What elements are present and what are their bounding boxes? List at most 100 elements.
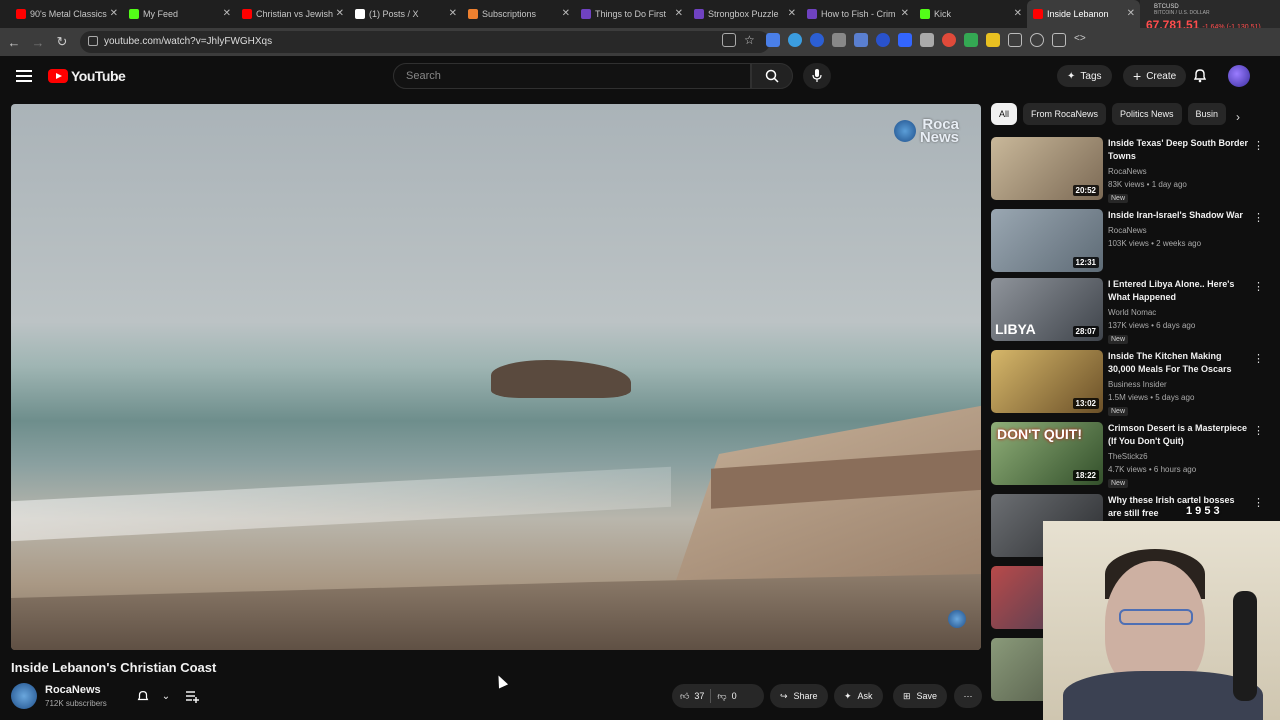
- share-button[interactable]: ↪ Share: [770, 684, 828, 708]
- site-info-icon[interactable]: [88, 36, 98, 46]
- search-button[interactable]: [751, 63, 793, 89]
- close-tab-icon[interactable]: ✕: [336, 8, 344, 19]
- browser-tab[interactable]: Subscriptions ✕: [462, 0, 575, 28]
- recommended-channel[interactable]: Business Insider: [1108, 380, 1167, 389]
- close-tab-icon[interactable]: ✕: [1127, 8, 1135, 19]
- channel-avatar[interactable]: [11, 683, 37, 709]
- close-tab-icon[interactable]: ✕: [675, 8, 683, 19]
- like-button[interactable]: 👍︎ 37: [680, 691, 704, 702]
- extension-icon[interactable]: [876, 33, 890, 47]
- recommended-channel[interactable]: World Nomac: [1108, 308, 1156, 317]
- bookmark-star-icon[interactable]: ☆: [744, 33, 758, 47]
- recommended-title[interactable]: Why these Irish cartel bosses are still …: [1108, 494, 1248, 520]
- more-vertical-icon[interactable]: ⋮: [1253, 211, 1264, 224]
- extension-icon[interactable]: [898, 33, 912, 47]
- chip-from-channel[interactable]: From RocaNews: [1023, 103, 1107, 125]
- browser-tab[interactable]: 90's Metal Classics ✕: [10, 0, 123, 28]
- extensions-puzzle-icon[interactable]: [1008, 33, 1022, 47]
- more-vertical-icon[interactable]: ⋮: [1253, 424, 1264, 437]
- more-vertical-icon[interactable]: ⋮: [1253, 139, 1264, 152]
- browser-tab[interactable]: (1) Posts / X ✕: [349, 0, 462, 28]
- recommended-channel[interactable]: RocaNews: [1108, 226, 1147, 235]
- browser-tab[interactable]: Things to Do First ✕: [575, 0, 688, 28]
- subscription-bell-button[interactable]: ⌄: [130, 685, 176, 707]
- close-tab-icon[interactable]: ✕: [449, 8, 457, 19]
- video-thumbnail[interactable]: DON'T QUIT! 18:22: [991, 422, 1103, 485]
- recommended-video[interactable]: DON'T QUIT! 18:22 Crimson Desert is a Ma…: [991, 422, 1266, 488]
- recommended-channel[interactable]: RocaNews: [1108, 167, 1147, 176]
- video-thumbnail[interactable]: LIBYA 28:07: [991, 278, 1103, 341]
- account-avatar[interactable]: [1228, 65, 1250, 87]
- close-tab-icon[interactable]: ✕: [901, 8, 909, 19]
- close-tab-icon[interactable]: ✕: [110, 8, 118, 19]
- browser-tab[interactable]: My Feed ✕: [123, 0, 236, 28]
- video-player[interactable]: Roca News: [11, 104, 981, 650]
- search-input[interactable]: Search: [393, 63, 751, 89]
- browser-tab-active[interactable]: Inside Lebanon ✕: [1027, 0, 1140, 28]
- close-tab-icon[interactable]: ✕: [562, 8, 570, 19]
- reload-icon[interactable]: ↻: [50, 30, 74, 54]
- ask-button[interactable]: ✦ Ask: [834, 684, 883, 708]
- webcam-microphone: [1233, 591, 1257, 701]
- create-button[interactable]: + Create: [1123, 65, 1187, 87]
- video-thumbnail[interactable]: 13:02: [991, 350, 1103, 413]
- install-app-icon[interactable]: [722, 33, 736, 47]
- close-tab-icon[interactable]: ✕: [788, 8, 796, 19]
- recommended-video[interactable]: 13:02 Inside The Kitchen Making 30,000 M…: [991, 350, 1266, 416]
- chip-all[interactable]: All: [991, 103, 1018, 125]
- history-icon[interactable]: [1030, 33, 1044, 47]
- extension-icon[interactable]: [766, 33, 780, 47]
- tab-favicon-icon: [1033, 9, 1043, 19]
- hamburger-menu-icon[interactable]: [16, 70, 32, 82]
- like-count: 37: [694, 691, 705, 701]
- extension-icon[interactable]: [964, 33, 978, 47]
- more-vertical-icon[interactable]: ⋮: [1253, 280, 1264, 293]
- recommended-video[interactable]: 12:31 Inside Iran-Israel's Shadow War Ro…: [991, 209, 1266, 275]
- recommended-title[interactable]: Crimson Desert is a Masterpiece (If You …: [1108, 422, 1248, 448]
- downloads-icon[interactable]: [1052, 33, 1066, 47]
- duration-badge: 20:52: [1072, 185, 1099, 196]
- dislike-button[interactable]: 👎︎ 0: [717, 691, 736, 702]
- branding-watermark-icon[interactable]: [948, 610, 966, 628]
- more-actions-button[interactable]: ⋯: [954, 684, 982, 708]
- browser-tab[interactable]: Kick ✕: [914, 0, 1027, 28]
- recommended-video[interactable]: 20:52 Inside Texas' Deep South Border To…: [991, 137, 1266, 203]
- channel-name[interactable]: RocaNews: [45, 684, 101, 696]
- notifications-bell-icon[interactable]: [1192, 67, 1208, 83]
- save-button[interactable]: ⊞ Save: [893, 684, 948, 708]
- browser-tab[interactable]: How to Fish - Crim ✕: [801, 0, 914, 28]
- recommended-video[interactable]: LIBYA 28:07 I Entered Libya Alone.. Here…: [991, 278, 1266, 344]
- recommended-title[interactable]: Inside Iran-Israel's Shadow War: [1108, 209, 1248, 222]
- browser-tab[interactable]: Christian vs Jewish ✕: [236, 0, 349, 28]
- extension-icon[interactable]: [810, 33, 824, 47]
- back-arrow-icon[interactable]: ←: [2, 30, 26, 54]
- recommended-title[interactable]: Inside Texas' Deep South Border Towns: [1108, 137, 1248, 163]
- extension-icon[interactable]: [788, 33, 802, 47]
- extension-icon[interactable]: [986, 33, 1000, 47]
- forward-arrow-icon[interactable]: →: [26, 30, 50, 54]
- video-thumbnail[interactable]: 12:31: [991, 209, 1103, 272]
- address-bar[interactable]: youtube.com/watch?v=JhlyFWGHXqs: [80, 31, 770, 53]
- more-vertical-icon[interactable]: ⋮: [1253, 496, 1264, 509]
- duration-badge: 18:22: [1072, 470, 1099, 481]
- recommended-title[interactable]: I Entered Libya Alone.. Here's What Happ…: [1108, 278, 1248, 304]
- add-to-queue-icon[interactable]: [184, 688, 200, 704]
- more-vertical-icon[interactable]: ⋮: [1253, 352, 1264, 365]
- chip-politics-news[interactable]: Politics News: [1112, 103, 1182, 125]
- browser-tab[interactable]: Strongbox Puzzle ✕: [688, 0, 801, 28]
- extension-icon[interactable]: [832, 33, 846, 47]
- extension-icon[interactable]: [920, 33, 934, 47]
- youtube-logo[interactable]: YouTube: [48, 68, 126, 84]
- extension-icon[interactable]: [854, 33, 868, 47]
- extension-icon[interactable]: [942, 33, 956, 47]
- chip-business[interactable]: Busin: [1187, 103, 1227, 125]
- voice-search-button[interactable]: [803, 63, 831, 89]
- close-tab-icon[interactable]: ✕: [223, 8, 231, 19]
- tags-button[interactable]: ✦ Tags: [1057, 65, 1112, 87]
- chevron-right-icon[interactable]: ›: [1236, 110, 1240, 124]
- recommended-channel[interactable]: TheStickz6: [1108, 452, 1148, 461]
- devtools-icon[interactable]: <>: [1074, 33, 1088, 47]
- video-thumbnail[interactable]: 20:52: [991, 137, 1103, 200]
- recommended-title[interactable]: Inside The Kitchen Making 30,000 Meals F…: [1108, 350, 1248, 376]
- close-tab-icon[interactable]: ✕: [1014, 8, 1022, 19]
